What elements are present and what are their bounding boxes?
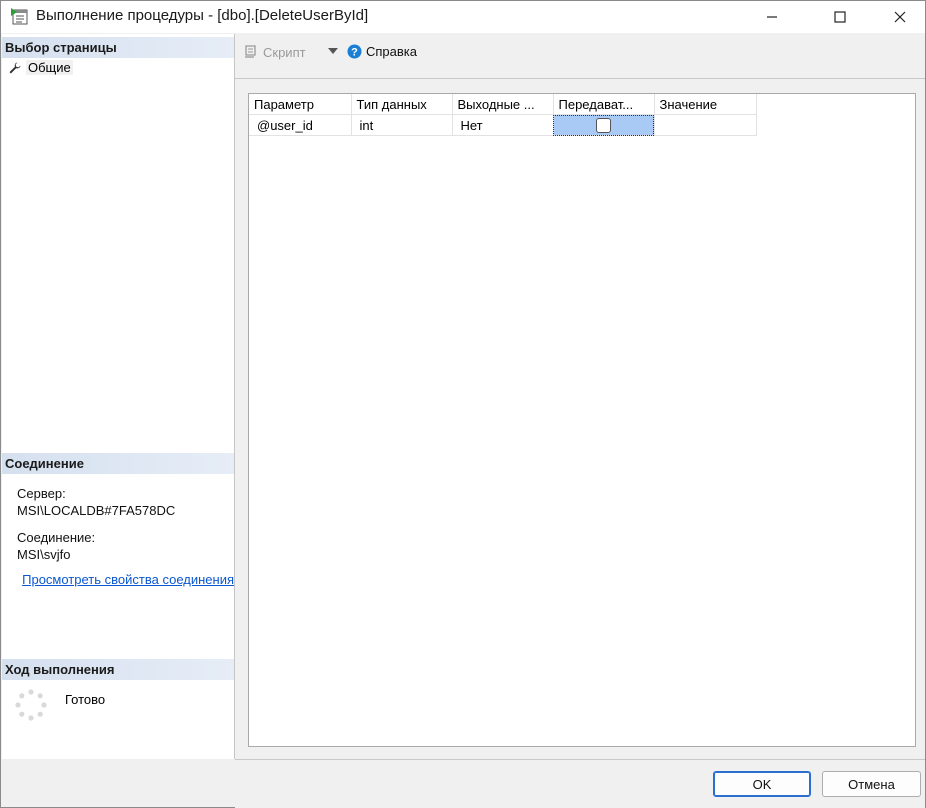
script-button[interactable]: Скрипт [243, 44, 306, 60]
server-value: MSI\LOCALDB#7FA578DC [17, 503, 176, 518]
close-icon [894, 11, 906, 23]
close-button[interactable] [877, 1, 923, 33]
view-properties-link[interactable]: Просмотреть свойства соединения [22, 572, 234, 587]
column-header-output[interactable]: Выходные ... [452, 94, 554, 115]
cell-data-type[interactable]: int [351, 114, 453, 136]
ok-button[interactable]: OK [713, 771, 811, 797]
column-header-pass-null[interactable]: Передават... [553, 94, 655, 115]
procedure-icon [11, 8, 28, 25]
toolbar: Скрипт ? Справка [235, 34, 925, 79]
sidebar-item-general[interactable]: Общие [8, 59, 73, 76]
column-header-data-type[interactable]: Тип данных [351, 94, 453, 115]
dialog-footer: OK Отмена [235, 759, 925, 808]
progress-header: Ход выполнения [2, 659, 234, 680]
left-pane: Выбор страницы Общие Соединение Сервер: … [2, 34, 235, 759]
connection-header: Соединение [2, 453, 234, 474]
parameters-grid: Параметр Тип данных Выходные ... Передав… [249, 94, 757, 136]
cell-parameter[interactable]: @user_id [249, 114, 352, 136]
script-dropdown-icon[interactable] [328, 47, 338, 55]
table-row: @user_id int Нет [249, 114, 757, 136]
cell-output[interactable]: Нет [452, 114, 554, 136]
wrench-icon [9, 62, 21, 73]
svg-text:?: ? [351, 47, 358, 59]
minimize-icon [767, 16, 777, 18]
title-bar: Выполнение процедуры - [dbo].[DeleteUser… [1, 1, 925, 33]
view-connection-properties[interactable]: Просмотреть свойства соединения [14, 570, 234, 588]
grid-header-row: Параметр Тип данных Выходные ... Передав… [249, 94, 757, 115]
window-title: Выполнение процедуры - [dbo].[DeleteUser… [36, 7, 369, 24]
progress-spinner-icon [15, 689, 47, 724]
help-label: Справка [366, 44, 417, 59]
minimize-button[interactable] [749, 1, 795, 33]
maximize-icon [834, 11, 846, 23]
connection-value: MSI\svjfo [17, 547, 71, 562]
parameters-panel: Параметр Тип данных Выходные ... Передав… [248, 93, 916, 747]
page-select-header: Выбор страницы [2, 37, 234, 58]
cell-pass-null[interactable] [553, 114, 655, 136]
column-header-value[interactable]: Значение [654, 94, 757, 115]
column-header-parameter[interactable]: Параметр [249, 94, 352, 115]
cell-value[interactable] [654, 114, 757, 136]
connection-label: Соединение: [17, 530, 96, 545]
execute-procedure-dialog: Выполнение процедуры - [dbo].[DeleteUser… [0, 0, 926, 808]
help-icon: ? [347, 44, 362, 59]
maximize-button[interactable] [817, 1, 863, 33]
script-label: Скрипт [263, 44, 306, 60]
script-icon [245, 45, 256, 58]
cancel-button[interactable]: Отмена [822, 771, 921, 797]
pass-null-checkbox[interactable] [596, 118, 611, 134]
server-label: Сервер: [17, 486, 66, 501]
sidebar-item-label: Общие [26, 60, 73, 75]
progress-status: Готово [65, 692, 106, 707]
help-button[interactable]: ? Справка [347, 44, 417, 59]
